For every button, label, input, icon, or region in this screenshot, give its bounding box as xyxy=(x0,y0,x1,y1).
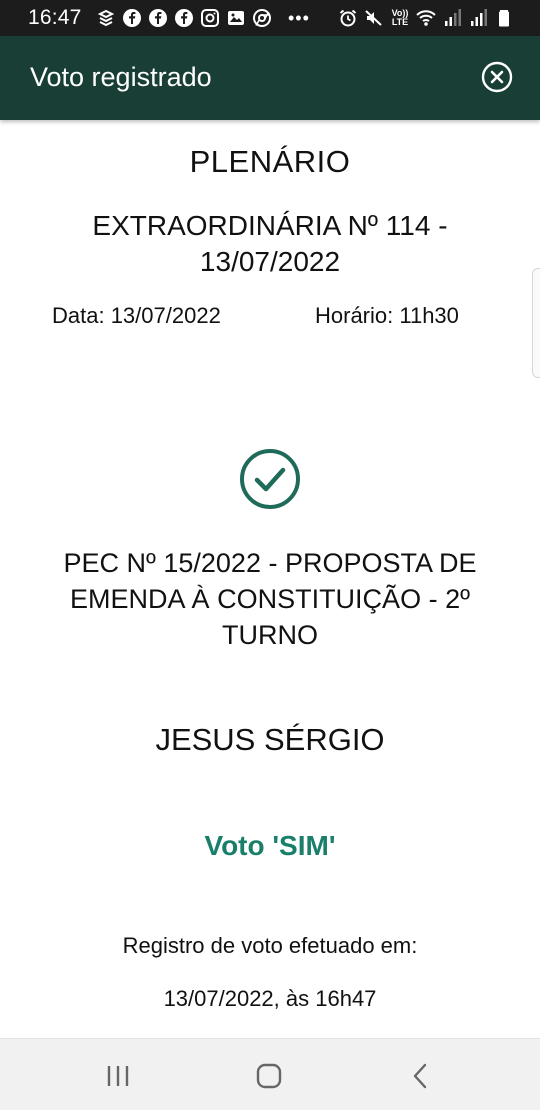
gallery-icon xyxy=(226,8,246,28)
session-name: EXTRAORDINÁRIA Nº 114 - 13/07/2022 xyxy=(92,210,448,277)
app-header: Voto registrado xyxy=(0,36,540,120)
facebook-icon xyxy=(174,8,194,28)
recents-icon xyxy=(107,1066,129,1086)
home-icon xyxy=(256,1063,282,1089)
register-label: Registro de voto efetuado em: xyxy=(122,933,418,958)
recents-button[interactable] xyxy=(103,1061,133,1091)
more-notifications-icon: ••• xyxy=(288,8,310,28)
navigation-bar xyxy=(0,1038,540,1110)
wifi-icon xyxy=(416,8,436,28)
back-icon xyxy=(413,1063,427,1089)
page-title: Voto registrado xyxy=(30,62,212,92)
home-button[interactable] xyxy=(254,1061,284,1091)
mute-icon xyxy=(364,8,384,28)
volte-icon: Vo)) LTE xyxy=(391,8,409,27)
chrome-icon xyxy=(252,8,272,28)
status-time: 16:47 xyxy=(28,6,82,29)
check-circle-icon xyxy=(239,448,301,510)
close-button[interactable] xyxy=(480,60,514,94)
back-button[interactable] xyxy=(405,1061,435,1091)
signal-icon xyxy=(442,8,462,28)
close-circle-icon xyxy=(481,61,513,93)
instagram-icon xyxy=(200,8,220,28)
system-icons: Vo)) LTE xyxy=(338,8,514,28)
session-time: Horário: 11h30 xyxy=(315,303,459,328)
battery-icon xyxy=(494,8,514,28)
deputy-name: JESUS SÉRGIO xyxy=(155,722,385,757)
vote-receipt: PLENÁRIO EXTRAORDINÁRIA Nº 114 - 13/07/2… xyxy=(0,120,540,1038)
facebook-icon xyxy=(148,8,168,28)
stack-icon xyxy=(96,8,116,28)
session-type: PLENÁRIO xyxy=(189,144,351,179)
signal-icon xyxy=(468,8,488,28)
status-bar: 16:47 ••• Vo)) LTE xyxy=(0,0,540,36)
alarm-icon xyxy=(338,8,358,28)
notification-icons: ••• xyxy=(96,8,320,28)
edge-panel-handle[interactable] xyxy=(532,268,540,378)
session-date: Data: 13/07/2022 xyxy=(52,303,221,328)
vote-value: Voto 'SIM' xyxy=(204,830,336,861)
register-datetime: 13/07/2022, às 16h47 xyxy=(163,986,377,1011)
facebook-icon xyxy=(122,8,142,28)
proposition-title: PEC Nº 15/2022 - PROPOSTA DE EMENDA À CO… xyxy=(63,548,477,650)
